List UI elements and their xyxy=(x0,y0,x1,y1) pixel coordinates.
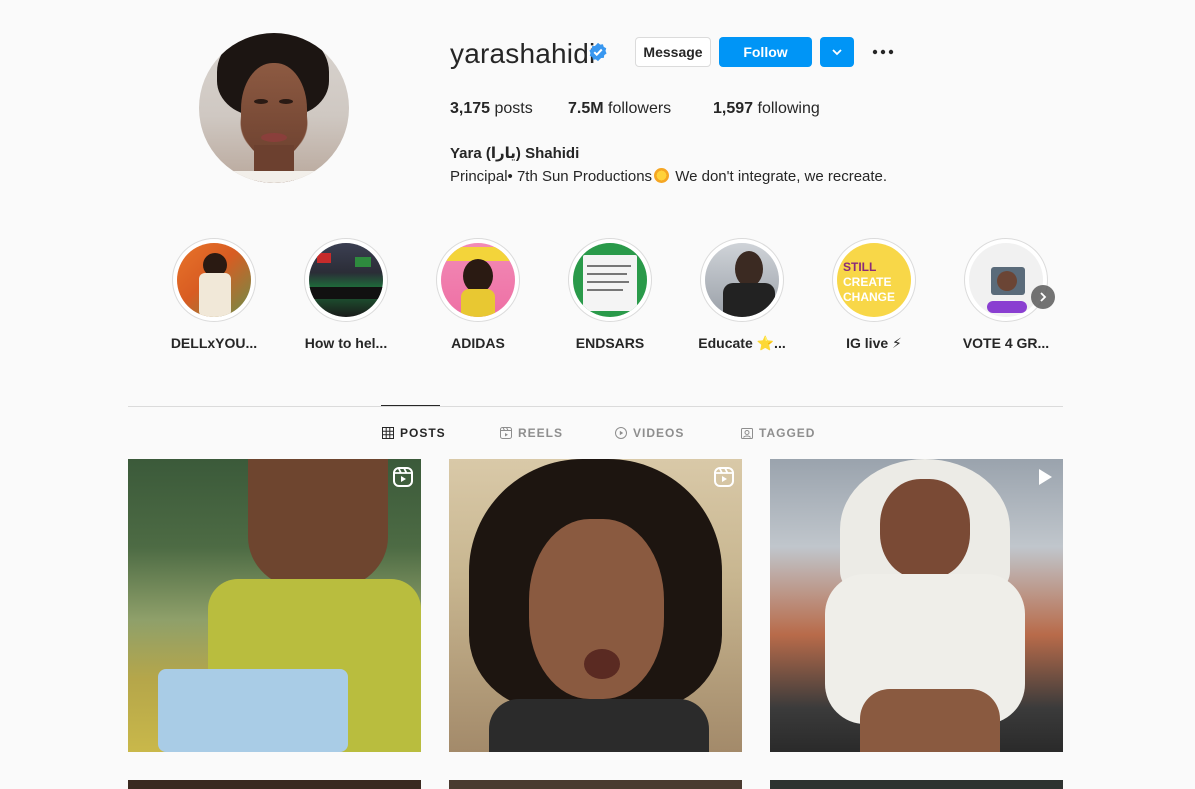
highlight-label: Educate ⭐... xyxy=(698,335,786,351)
followers-link[interactable]: 7.5M followers xyxy=(568,100,671,118)
posts-count: 3,175 posts xyxy=(450,100,533,117)
profile-bio: Principal• 7th Sun Productions We don't … xyxy=(450,168,888,185)
highlight-cover xyxy=(573,243,647,317)
highlight-label: VOTE 4 GR... xyxy=(962,335,1050,351)
tab-tagged[interactable]: TAGGED xyxy=(741,426,815,440)
highlight-cover xyxy=(705,243,779,317)
highlight-cover: STILL CREATE CHANGE xyxy=(837,243,911,317)
more-options-icon[interactable] xyxy=(870,42,896,62)
profile-avatar[interactable] xyxy=(199,33,349,183)
highlight-cover xyxy=(309,243,383,317)
post-thumbnail[interactable] xyxy=(449,459,742,752)
highlight-cover-text: CREATE xyxy=(843,275,892,289)
tab-reels[interactable]: REELS xyxy=(500,426,563,440)
grid-icon xyxy=(382,427,394,439)
highlight-label: How to hel... xyxy=(304,335,388,351)
post-thumbnail[interactable] xyxy=(128,459,421,752)
highlights-next-button[interactable] xyxy=(1031,285,1055,309)
post-thumbnail[interactable] xyxy=(770,780,1063,789)
reel-icon xyxy=(393,467,413,487)
profile-full-name: Yara (يارا) Shahidi xyxy=(450,145,580,162)
highlight-label: IG live ⚡ xyxy=(846,335,902,351)
highlight-label: ENDSARS xyxy=(575,335,645,351)
highlight-cover xyxy=(969,243,1043,317)
highlight-cover-text: CHANGE xyxy=(843,290,896,304)
sun-emoji-icon xyxy=(654,168,670,183)
highlight-cover-text: STILL xyxy=(843,260,877,274)
follow-button[interactable]: Follow xyxy=(719,37,812,67)
active-tab-indicator xyxy=(381,405,440,406)
profile-username: yarashahidi xyxy=(450,38,596,69)
tabs-divider xyxy=(128,406,1063,407)
tab-videos[interactable]: VIDEOS xyxy=(615,426,684,440)
highlight-cover xyxy=(177,243,251,317)
reel-icon xyxy=(714,467,734,487)
tab-posts[interactable]: POSTS xyxy=(382,426,446,440)
verified-badge-icon xyxy=(589,42,607,62)
highlight-label: ADIDAS xyxy=(451,335,505,351)
video-icon xyxy=(1039,469,1052,485)
suggested-accounts-button[interactable] xyxy=(820,37,854,67)
post-thumbnail[interactable] xyxy=(128,780,421,789)
chevron-down-icon xyxy=(832,49,842,56)
message-button[interactable]: Message xyxy=(635,37,711,67)
tagged-icon xyxy=(741,428,753,439)
reels-icon xyxy=(500,427,512,439)
highlight-label: DELLxYOU... xyxy=(170,335,258,351)
play-circle-icon xyxy=(615,427,627,439)
post-thumbnail[interactable] xyxy=(770,459,1063,752)
highlight-cover xyxy=(441,243,515,317)
chevron-right-icon xyxy=(1040,292,1047,302)
post-thumbnail[interactable] xyxy=(449,780,742,789)
following-link[interactable]: 1,597 following xyxy=(713,100,820,118)
